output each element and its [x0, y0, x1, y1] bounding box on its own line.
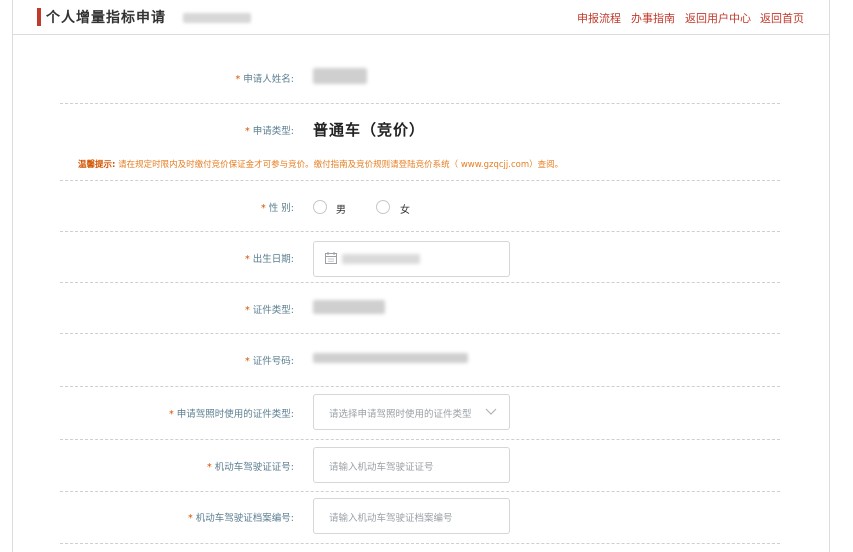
- license-number-input[interactable]: 请输入机动车驾驶证证号: [313, 447, 510, 483]
- notice-text: 温馨提示: 请在规定时限内及时缴付竞价保证金才可参与竞价。缴付指南及竞价规则请登…: [78, 158, 778, 170]
- row-divider: [60, 282, 780, 283]
- chevron-down-icon: [485, 408, 497, 415]
- license-file-number-placeholder: 请输入机动车驾驶证档案编号: [329, 513, 453, 524]
- notice-prefix: 温馨提示:: [78, 160, 116, 170]
- row-divider: [60, 231, 780, 232]
- row-apply-type: * 申请类型: 普通车（竞价）: [60, 116, 780, 146]
- row-gender: * 性 别: 男 女: [60, 196, 780, 220]
- row-divider: [60, 180, 780, 181]
- row-license-number: * 机动车驾驶证证号: 请输入机动车驾驶证证号: [60, 447, 780, 487]
- applicant-name-redacted: [313, 68, 367, 84]
- license-file-number-label: * 机动车驾驶证档案编号:: [188, 513, 294, 524]
- apply-type-value: 普通车（竞价）: [313, 121, 426, 139]
- nav-apply-process[interactable]: 申报流程: [577, 10, 621, 26]
- row-license-id-type: * 申请驾照时使用的证件类型: 请选择申请驾照时使用的证件类型: [60, 394, 780, 434]
- required-mark: *: [235, 74, 241, 85]
- license-file-number-input[interactable]: 请输入机动车驾驶证档案编号: [313, 498, 510, 534]
- id-number-redacted: [313, 353, 468, 363]
- row-divider: [60, 333, 780, 334]
- row-divider: [60, 543, 780, 544]
- row-divider: [60, 103, 780, 104]
- id-type-label: * 证件类型:: [245, 305, 294, 316]
- apply-type-label: * 申请类型:: [245, 126, 294, 137]
- notice-body: 请在规定时限内及时缴付竞价保证金才可参与竞价。缴付指南及竞价规则请登陆竞价系统（…: [118, 160, 564, 170]
- row-divider: [60, 386, 780, 387]
- page-header: 个人增量指标申请 申报流程 办事指南 返回用户中心 返回首页: [13, 0, 829, 35]
- license-id-type-placeholder: 请选择申请驾照时使用的证件类型: [329, 409, 472, 420]
- row-divider: [60, 491, 780, 492]
- birth-date-redacted: [342, 254, 420, 264]
- id-number-label: * 证件号码:: [245, 356, 294, 367]
- row-id-number: * 证件号码:: [60, 348, 780, 370]
- license-number-placeholder: 请输入机动车驾驶证证号: [329, 462, 434, 473]
- form-page: 个人增量指标申请 申报流程 办事指南 返回用户中心 返回首页 * 申请人姓名: *…: [0, 0, 853, 552]
- nav-user-center[interactable]: 返回用户中心: [685, 10, 751, 26]
- birth-date-label: * 出生日期:: [245, 254, 294, 265]
- radio-male-label: 男: [336, 205, 346, 216]
- panel-border-right: [829, 0, 830, 552]
- row-divider: [60, 439, 780, 440]
- row-applicant-name: * 申请人姓名:: [60, 66, 780, 90]
- row-license-file-number: * 机动车驾驶证档案编号: 请输入机动车驾驶证档案编号: [60, 498, 780, 538]
- row-id-type: * 证件类型:: [60, 296, 780, 320]
- radio-female[interactable]: [376, 200, 390, 214]
- title-redacted: [183, 13, 251, 23]
- license-number-label: * 机动车驾驶证证号:: [207, 462, 294, 473]
- nav-home[interactable]: 返回首页: [760, 10, 804, 26]
- id-type-redacted: [313, 300, 385, 314]
- page-title: 个人增量指标申请: [46, 10, 166, 26]
- birth-date-input[interactable]: [313, 241, 510, 277]
- applicant-name-label: * 申请人姓名:: [235, 74, 294, 85]
- gender-label: * 性 别:: [261, 203, 294, 214]
- title-accent-bar: [37, 8, 41, 26]
- radio-female-label: 女: [400, 205, 410, 216]
- nav-guide[interactable]: 办事指南: [631, 10, 675, 26]
- license-id-type-label: * 申请驾照时使用的证件类型:: [169, 409, 294, 420]
- calendar-icon: [325, 252, 337, 264]
- radio-male[interactable]: [313, 200, 327, 214]
- row-birth-date: * 出生日期:: [60, 240, 780, 278]
- license-id-type-select[interactable]: 请选择申请驾照时使用的证件类型: [313, 394, 510, 430]
- panel-border-left: [12, 0, 13, 552]
